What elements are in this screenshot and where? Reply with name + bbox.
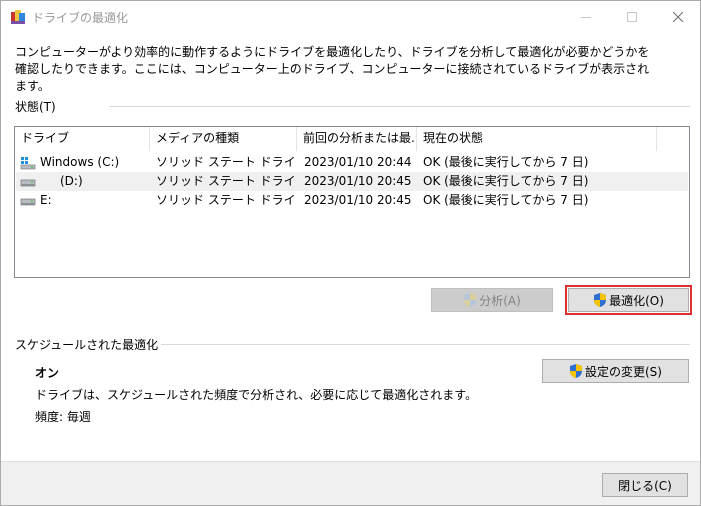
uac-shield-icon: [570, 364, 582, 378]
drive-row-d[interactable]: (D:) ソリッド ステート ドライブ 2023/01/10 20:45 OK …: [16, 172, 688, 191]
close-window-button[interactable]: [655, 1, 700, 32]
drive-name: Windows (C:): [40, 155, 120, 169]
drive-media-type: ソリッド ステート ドライブ: [156, 155, 297, 169]
maximize-icon: [627, 11, 637, 22]
drive-last-analyzed: 2023/01/10 20:44: [304, 155, 412, 169]
drive-row-c[interactable]: Windows (C:) ソリッド ステート ドライブ 2023/01/10 2…: [16, 153, 688, 172]
minimize-icon: [581, 16, 591, 18]
optimize-drives-window: ドライブの最適化 コンピューターがより効率的に動作するようにドライブを最適化した…: [0, 0, 701, 506]
close-button-label: 閉じる(C): [618, 478, 672, 493]
analyze-button-label: 分析(A): [479, 293, 521, 308]
drive-status: OK (最後に実行してから 7 日): [423, 193, 589, 207]
drive-status: OK (最後に実行してから 7 日): [423, 174, 589, 188]
schedule-state: オン: [35, 366, 60, 380]
windows-drive-icon: [20, 156, 36, 169]
schedule-section-label: スケジュールされた最適化: [15, 338, 159, 352]
schedule-section-divider: [161, 344, 690, 345]
drive-row-e[interactable]: E: ソリッド ステート ドライブ 2023/01/10 20:45 OK (最…: [16, 191, 688, 210]
drive-media-type: ソリッド ステート ドライブ: [156, 174, 297, 188]
window-title: ドライブの最適化: [32, 11, 129, 25]
column-header-drive[interactable]: ドライブ: [15, 127, 150, 151]
drive-media-type: ソリッド ステート ドライブ: [156, 193, 297, 207]
status-section-divider: [109, 106, 690, 107]
drive-name: E:: [40, 193, 52, 207]
drive-last-analyzed: 2023/01/10 20:45: [304, 193, 412, 207]
optimize-button-highlight: [565, 285, 692, 315]
drive-last-analyzed: 2023/01/10 20:45: [304, 174, 412, 188]
maximize-button[interactable]: [609, 1, 655, 32]
close-icon: [673, 11, 683, 22]
drive-status: OK (最後に実行してから 7 日): [423, 155, 589, 169]
drive-list-header: ドライブ メディアの種類 前回の分析または最... 現在の状態: [15, 127, 689, 151]
defrag-app-icon: [11, 10, 25, 24]
close-button[interactable]: 閉じる(C): [602, 473, 688, 497]
title-bar: ドライブの最適化: [1, 1, 700, 33]
description-text: コンピューターがより効率的に動作するようにドライブを最適化したり、ドライブを分析…: [15, 45, 650, 93]
drive-list[interactable]: ドライブ メディアの種類 前回の分析または最... 現在の状態 Windows …: [14, 126, 690, 278]
analyze-button[interactable]: 分析(A): [431, 288, 553, 312]
column-header-last-analyzed[interactable]: 前回の分析または最...: [297, 127, 417, 151]
dialog-footer: 閉じる(C): [1, 461, 700, 505]
drive-icon: [20, 198, 36, 205]
schedule-description: ドライブは、スケジュールされた頻度で分析され、必要に応じて最適化されます。: [35, 388, 478, 402]
drive-name: (D:): [60, 174, 83, 188]
drive-icon: [20, 179, 36, 186]
minimize-button[interactable]: [563, 1, 609, 32]
column-header-media-type[interactable]: メディアの種類: [150, 127, 297, 151]
change-settings-button-label: 設定の変更(S): [585, 364, 662, 379]
window-content: コンピューターがより効率的に動作するようにドライブを最適化したり、ドライブを分析…: [1, 33, 700, 505]
change-settings-button[interactable]: 設定の変更(S): [542, 359, 689, 383]
column-header-current-status[interactable]: 現在の状態: [417, 127, 657, 151]
status-section-label: 状態(T): [15, 100, 56, 114]
uac-shield-icon: [464, 293, 477, 307]
schedule-frequency: 頻度: 毎週: [35, 410, 91, 424]
